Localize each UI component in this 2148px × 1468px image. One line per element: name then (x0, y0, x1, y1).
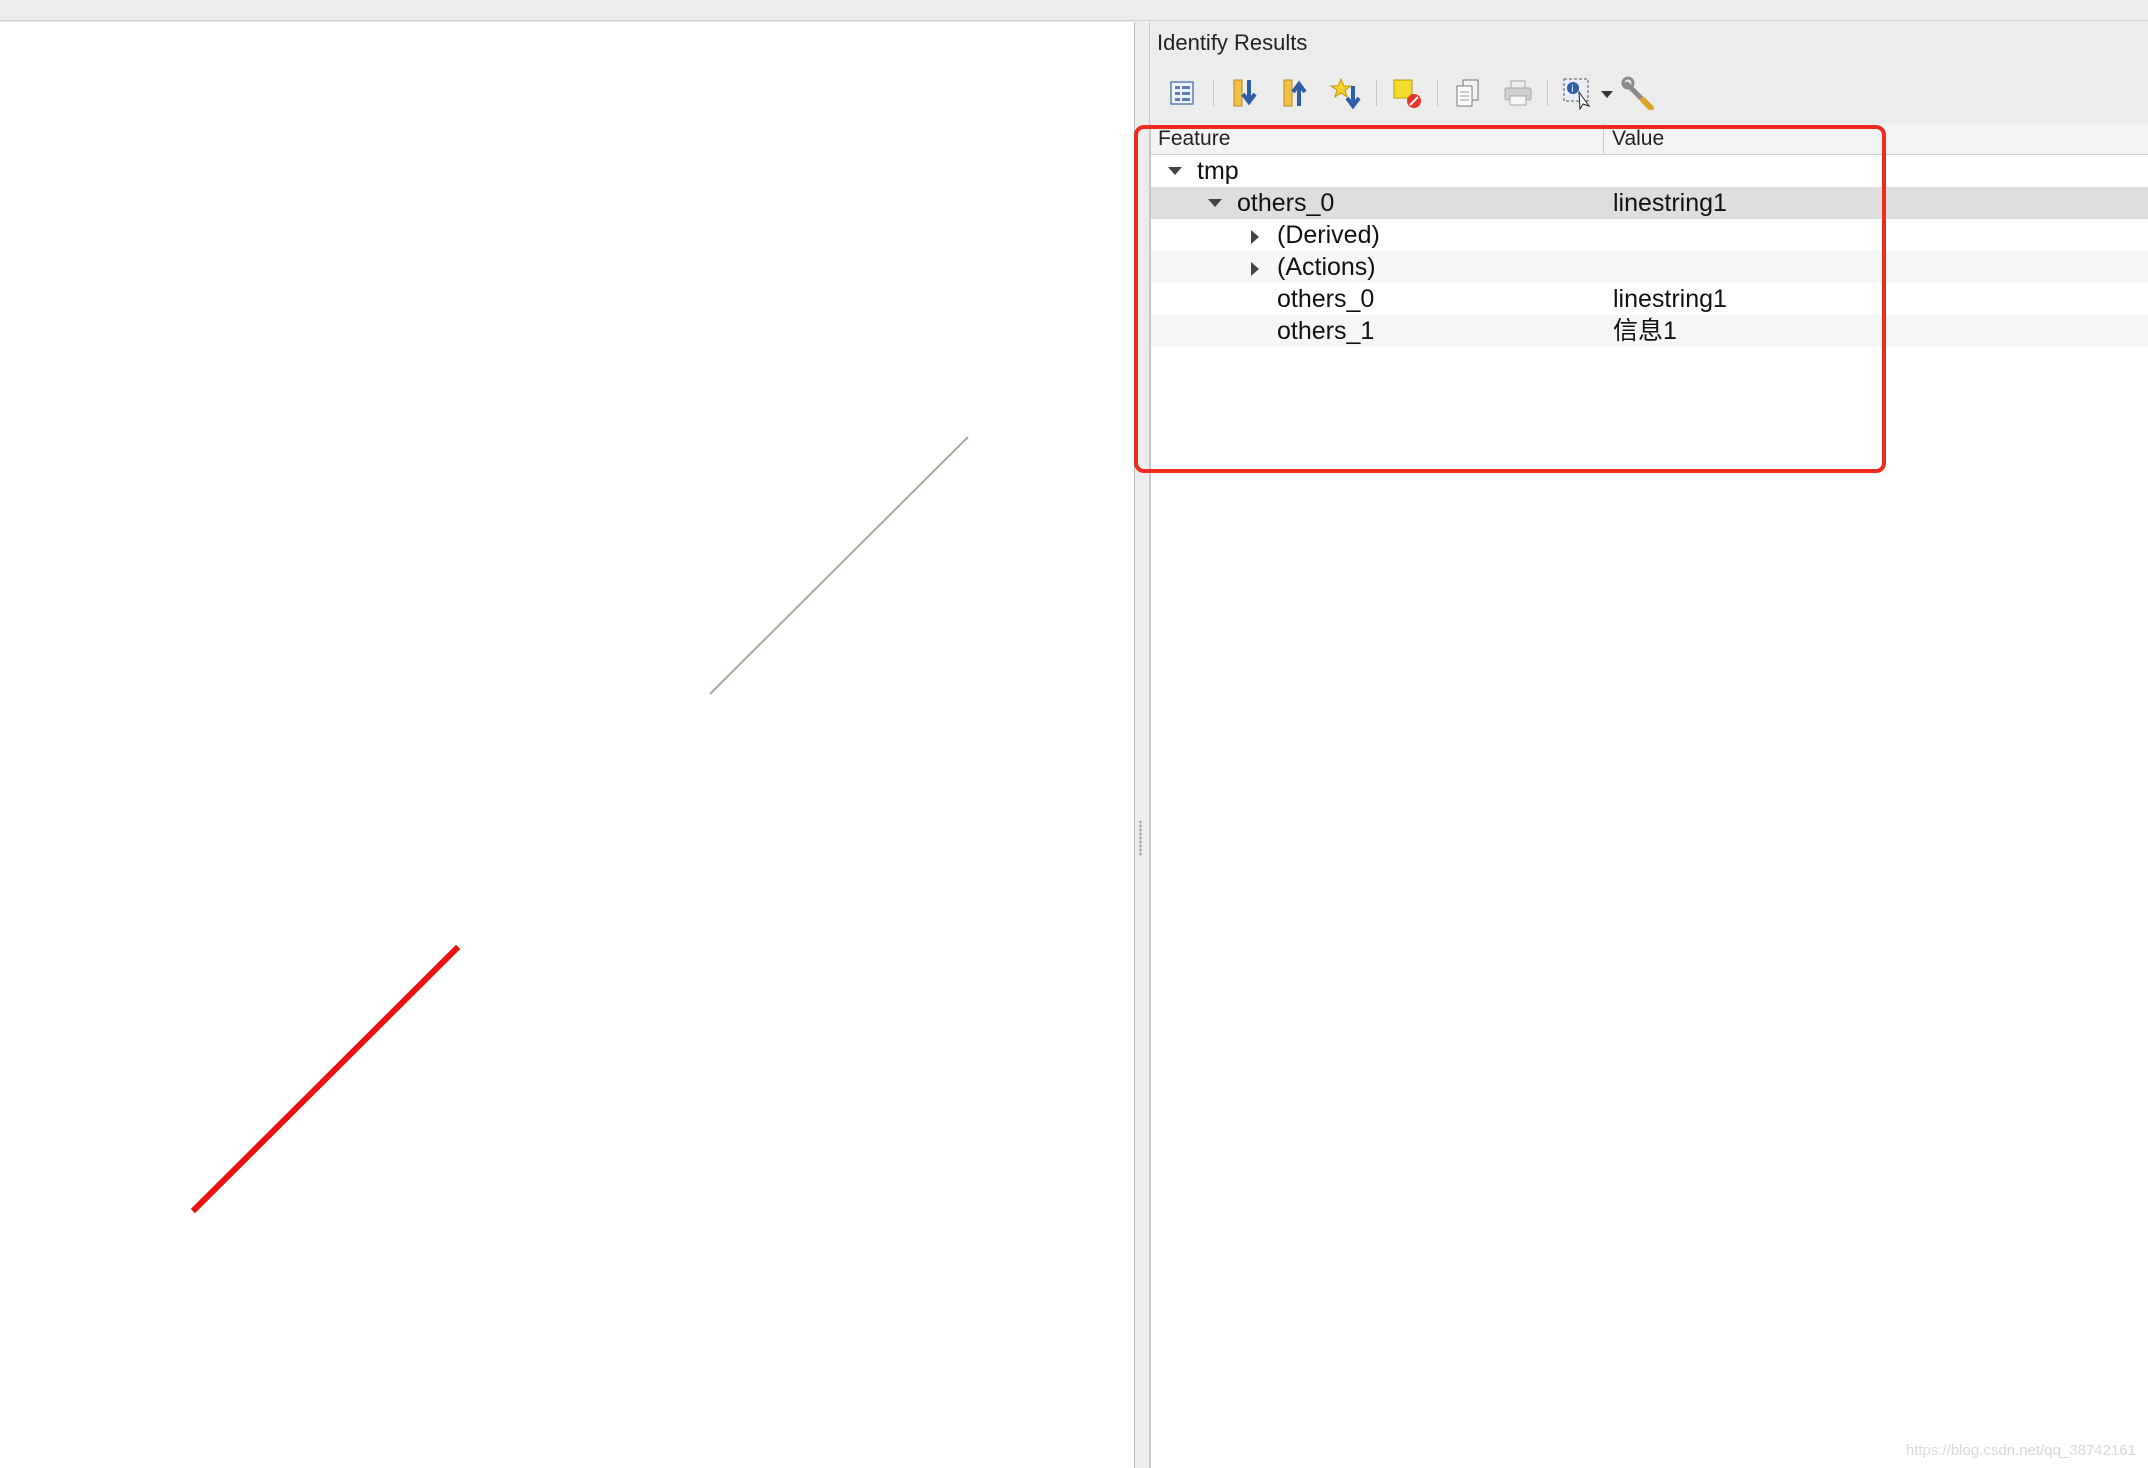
settings-wrench-icon[interactable] (1621, 76, 1655, 110)
expand-tree-icon[interactable] (1165, 76, 1199, 110)
panel-splitter[interactable] (1135, 22, 1150, 1468)
toolbar-separator (1213, 80, 1214, 106)
map-svg (190, 436, 969, 1214)
tree-header: Feature Value (1151, 124, 2148, 155)
tree-row-attribute[interactable]: others_1 信息1 (1151, 315, 2148, 347)
expand-new-results-icon[interactable] (1329, 76, 1363, 110)
tree-row-derived[interactable]: (Derived) (1151, 219, 2148, 251)
toolbar-separator (1437, 80, 1438, 106)
splitter-grip[interactable] (1139, 820, 1142, 856)
toolbar-separator (1376, 80, 1377, 106)
column-divider[interactable] (1603, 124, 1604, 154)
attribute-value: linestring1 (1613, 285, 1727, 313)
selected-line[interactable] (190, 944, 461, 1214)
feature-name: others_0 (1237, 189, 1335, 217)
feature-value: linestring1 (1613, 189, 1727, 217)
identify-results-panel: Identify Results i Feature Value tmp oth… (1150, 22, 2148, 1468)
tree-row-layer[interactable]: tmp (1151, 155, 2148, 187)
attribute-name: others_1 (1277, 317, 1375, 345)
column-header-value[interactable]: Value (1612, 124, 1664, 154)
map-canvas[interactable] (0, 22, 1135, 1468)
column-header-feature[interactable]: Feature (1158, 124, 1230, 154)
toolbar-separator (1547, 80, 1548, 106)
identify-toolbar: i (1161, 72, 2141, 114)
tree-row-attribute[interactable]: others_0 linestring1 (1151, 283, 2148, 315)
tree-row-feature[interactable]: others_0 linestring1 (1151, 187, 2148, 219)
feature-name: (Actions) (1277, 253, 1376, 281)
expand-arrow-icon[interactable] (1165, 155, 1185, 187)
panel-title: Identify Results (1157, 30, 1308, 55)
identify-results-tree[interactable]: Feature Value tmp others_0 linestring1 (… (1150, 124, 2148, 1468)
expand-arrow-icon[interactable] (1205, 187, 1225, 219)
feature-name: (Derived) (1277, 221, 1380, 249)
expand-all-icon[interactable] (1229, 76, 1263, 110)
copy-feature-icon[interactable] (1451, 76, 1485, 110)
identify-mode-icon[interactable]: i (1561, 76, 1595, 110)
attribute-name: others_0 (1277, 285, 1375, 313)
collapse-all-icon[interactable] (1279, 76, 1313, 110)
attribute-value: 信息1 (1613, 317, 1677, 345)
collapsed-arrow-icon[interactable] (1247, 251, 1267, 283)
clear-highlights-icon[interactable] (1390, 76, 1424, 110)
svg-text:i: i (1571, 84, 1574, 95)
feature-name: tmp (1197, 157, 1239, 185)
dropdown-arrow-icon[interactable] (1597, 76, 1617, 110)
window-top-bar (0, 0, 2148, 21)
tree-row-actions[interactable]: (Actions) (1151, 251, 2148, 283)
collapsed-arrow-icon[interactable] (1247, 219, 1267, 251)
print-icon[interactable] (1501, 76, 1535, 110)
watermark-text: https://blog.csdn.net/qq_38742161 (1905, 1442, 2136, 1459)
other-line[interactable] (709, 436, 969, 695)
